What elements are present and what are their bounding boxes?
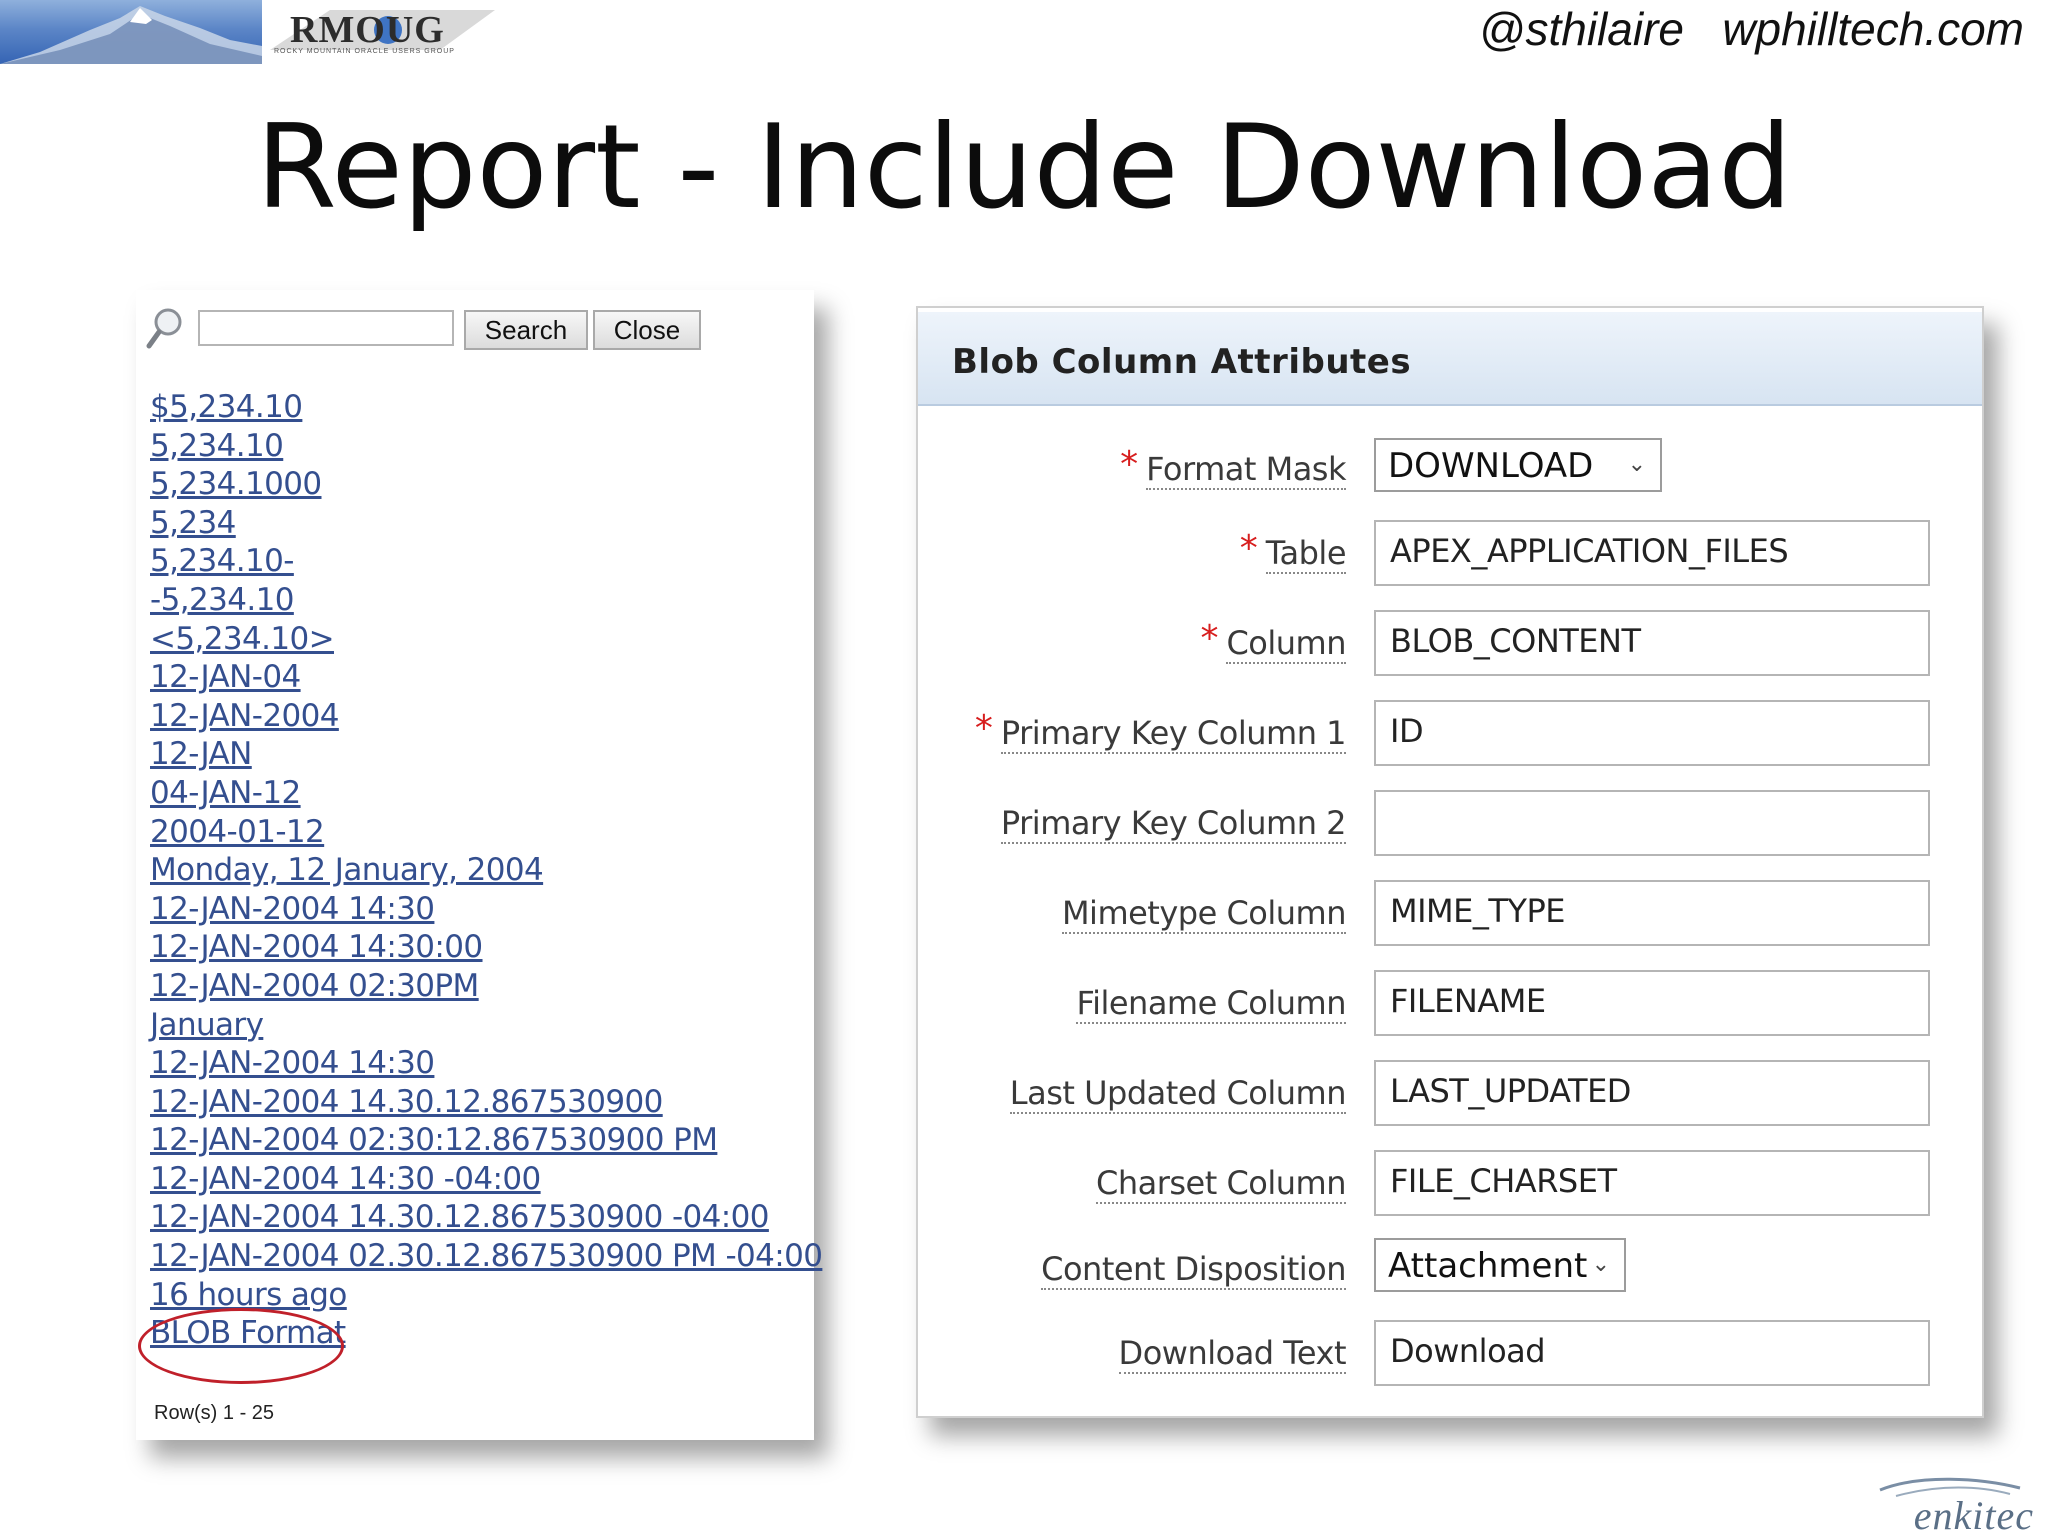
field-label: Download Text [1118,1334,1347,1374]
text-input[interactable]: MIME_TYPE [1374,880,1930,946]
author-handle: @sthilaire wphilltech.com [1478,3,2024,55]
format-link[interactable]: 12-JAN-2004 02.30.12.867530900 PM -04:00 [150,1237,823,1276]
highlight-circle [138,1308,344,1384]
panel-header: Blob Column Attributes [918,308,1982,406]
select-value: Attachment [1388,1246,1588,1286]
required-asterisk: * [1120,444,1138,485]
format-link[interactable]: $5,234.10 [150,388,822,427]
field-label-text: Primary Key Column 2 [1000,804,1347,842]
field-row: Format Mask * DOWNLOAD ⌄ [918,436,1982,502]
field-label: Primary Key Column 1 * [975,708,1347,754]
format-list: $5,234.10 5,234.10 5,234.1000 5,234 5,234.10… [150,388,823,1353]
field-label: Primary Key Column 2 [1000,804,1347,844]
field-row: Primary Key Column 1 * ID [918,700,1982,766]
format-link[interactable]: January [150,1006,822,1045]
enkitec-logo: enkitec [1850,1476,2040,1538]
chevron-down-icon: ⌄ [1627,452,1646,477]
field-label: Charset Column [1095,1164,1347,1204]
format-link[interactable]: 12-JAN [150,735,822,774]
rmoug-logo: RMOUG ROCKY MOUNTAIN ORACLE USERS GROUP [270,6,495,58]
format-link[interactable]: 04-JAN-12 [150,774,822,813]
text-input[interactable]: APEX_APPLICATION_FILES [1374,520,1930,586]
field-label-text: Charset Column [1095,1164,1347,1202]
rmoug-logo-text: RMOUG [290,9,445,51]
magnifier-icon [146,306,186,350]
format-link[interactable]: 5,234.10- [150,542,822,581]
text-input[interactable]: ID [1374,700,1930,766]
search-bar: Search Close [146,300,746,350]
field-label: Table * [1240,528,1347,574]
search-button[interactable]: Search [464,310,588,350]
text-input[interactable]: FILE_CHARSET [1374,1150,1930,1216]
chevron-down-icon: ⌄ [1591,1252,1610,1277]
field-label-text: Column [1226,624,1346,662]
field-row: Column * BLOB_CONTENT [918,610,1982,676]
field-label-text: Download Text [1118,1334,1347,1372]
search-input[interactable] [198,310,454,346]
field-label-text: Primary Key Column 1 [1000,714,1347,752]
text-input[interactable] [1374,790,1930,856]
row-count: Row(s) 1 - 25 [154,1402,275,1424]
field-label-text: Filename Column [1076,984,1346,1022]
format-link[interactable]: 5,234.1000 [150,465,822,504]
field-label: Content Disposition [1041,1250,1346,1290]
required-asterisk: * [1200,618,1218,659]
format-link[interactable]: 12-JAN-2004 14:30 -04:00 [150,1160,822,1199]
field-label-text: Last Updated Column [1009,1074,1347,1112]
field-label-text: Mimetype Column [1061,894,1347,932]
format-link[interactable]: Monday, 12 January, 2004 [150,851,822,890]
format-link[interactable]: 12-JAN-2004 14.30.12.867530900 -04:00 [150,1198,822,1237]
field-row: Table * APEX_APPLICATION_FILES [918,520,1982,586]
format-link[interactable]: 12-JAN-2004 14:30 [150,890,822,929]
format-link[interactable]: 5,234 [150,504,822,543]
field-label-text: Format Mask [1146,450,1346,488]
format-link[interactable]: 2004-01-12 [150,813,822,852]
field-row: Content Disposition Attachment ⌄ [918,1236,1982,1302]
field-label-text: Table [1265,534,1347,572]
close-button[interactable]: Close [593,310,701,350]
field-row: Download Text Download [918,1320,1982,1386]
field-row: Charset Column FILE_CHARSET [918,1150,1982,1216]
report-panel: Search Close $5,234.10 5,234.10 5,234.1000… [136,290,823,1440]
field-row: Last Updated Column LAST_UPDATED [918,1060,1982,1126]
format-link[interactable]: 12-JAN-2004 02:30PM [150,967,822,1006]
field-row: Primary Key Column 2 [918,790,1982,856]
field-label: Last Updated Column [1009,1074,1347,1114]
text-input[interactable]: BLOB_CONTENT [1374,610,1930,676]
field-label-text: Content Disposition [1041,1250,1346,1288]
slide-title: Report - Include Download [256,100,1792,235]
rmoug-logo-subtext: ROCKY MOUNTAIN ORACLE USERS GROUP [274,48,455,55]
format-link[interactable]: 5,234.10 [150,427,822,466]
select-value: DOWNLOAD [1388,446,1594,486]
field-label: Mimetype Column [1061,894,1347,934]
field-row: Filename Column FILENAME [918,970,1982,1036]
blob-attributes-panel: Blob Column Attributes Format Mask * DOWNL… [916,306,1984,1418]
format-link[interactable]: 12-JAN-2004 14.30.12.867530900 [150,1083,822,1122]
field-label: Format Mask * [1120,444,1346,490]
format-link[interactable]: 12-JAN-2004 14:30:00 [150,928,822,967]
panel-title: Blob Column Attributes [952,342,1412,382]
select-dropdown[interactable]: DOWNLOAD ⌄ [1374,438,1662,492]
mountain-logo [0,0,262,64]
format-link[interactable]: 12-JAN-2004 [150,697,822,736]
format-link[interactable]: 12-JAN-2004 02:30:12.867530900 PM [150,1121,822,1160]
text-input[interactable]: LAST_UPDATED [1374,1060,1930,1126]
format-link[interactable]: -5,234.10 [150,581,822,620]
select-dropdown[interactable]: Attachment ⌄ [1374,1238,1626,1292]
format-link[interactable]: 12-JAN-04 [150,658,822,697]
text-input[interactable]: Download [1374,1320,1930,1386]
field-label: Filename Column [1076,984,1346,1024]
field-row: Mimetype Column MIME_TYPE [918,880,1982,946]
format-link[interactable]: <5,234.10> [150,620,822,659]
required-asterisk: * [1239,528,1258,569]
text-input[interactable]: FILENAME [1374,970,1930,1036]
format-link[interactable]: 12-JAN-2004 14:30 [150,1044,822,1083]
enkitec-logo-text: enkitec [1913,1493,2034,1538]
required-asterisk: * [974,708,993,749]
field-label: Column * [1200,618,1346,664]
